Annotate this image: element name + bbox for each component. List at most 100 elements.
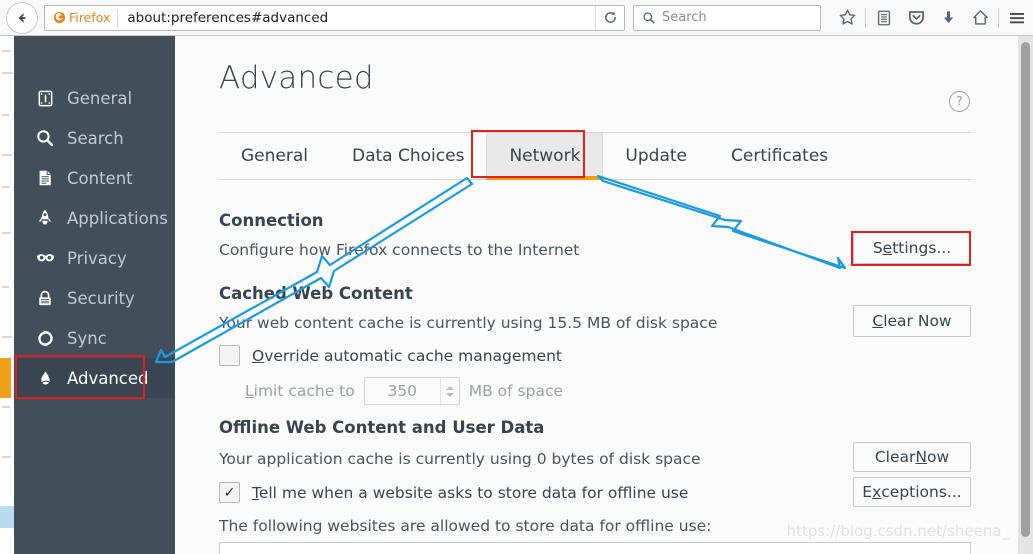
search-icon <box>34 127 56 149</box>
library-icon <box>877 10 891 25</box>
preferences-tab-bar: General Data Choices Network Update Cert… <box>219 132 971 180</box>
tab-update[interactable]: Update <box>603 133 709 179</box>
page-scrollbar[interactable] <box>1018 36 1033 554</box>
firefox-logo-icon <box>53 11 66 24</box>
limit-cache-unit: MB of space <box>468 382 564 400</box>
toolbar-icon-group <box>831 3 1033 33</box>
back-button[interactable] <box>6 1 38 34</box>
search-bar[interactable]: Search <box>633 4 821 31</box>
sidebar-item-content[interactable]: Content <box>14 158 175 198</box>
offline-sites-label: The following websites are allowed to st… <box>219 517 712 535</box>
sidebar-item-label: Advanced <box>67 368 149 388</box>
tell-me-label: Tell me when a website asks to store dat… <box>252 484 688 502</box>
label-accesskey: L <box>245 382 254 400</box>
offline-sites-list[interactable] <box>219 542 971 554</box>
sync-icon <box>34 327 56 349</box>
home-button[interactable] <box>964 3 996 33</box>
btn-text-pre: E <box>862 483 873 501</box>
sidebar-item-label: Security <box>67 288 135 308</box>
sidebar-item-security[interactable]: Security <box>14 278 175 318</box>
advanced-icon <box>34 367 56 389</box>
tab-data-choices[interactable]: Data Choices <box>330 133 486 179</box>
scrollbar-thumb[interactable] <box>1021 42 1030 537</box>
tab-network[interactable]: Network <box>486 133 604 180</box>
url-text[interactable]: about:preferences#advanced <box>118 10 595 26</box>
btn-text-post: ttings... <box>892 239 952 257</box>
page-title: Advanced <box>219 60 374 96</box>
security-lock-icon <box>34 287 56 309</box>
offline-clear-now-button[interactable]: Clear Now <box>853 442 971 472</box>
back-arrow-icon <box>18 12 26 23</box>
applications-icon <box>34 207 56 229</box>
downloads-button[interactable] <box>932 3 964 33</box>
identity-box[interactable]: Firefox <box>45 8 119 27</box>
btn-text-post: lear Now <box>883 312 952 330</box>
watermark-text: https://blog.csdn.net/sheena_ <box>786 522 1009 540</box>
label-post: verride automatic cache management <box>264 346 562 365</box>
btn-text-pre: S <box>872 239 883 257</box>
limit-cache-label: Limit cache to <box>245 382 355 400</box>
downloads-icon <box>943 11 953 23</box>
sidebar-item-sync[interactable]: Sync <box>14 318 175 358</box>
toolbar-separator <box>865 7 866 28</box>
btn-text-post: ow <box>926 448 950 466</box>
sidebar-item-label: Sync <box>67 328 107 348</box>
override-cache-checkbox-row[interactable]: Override automatic cache management <box>219 345 562 366</box>
connection-heading: Connection <box>219 211 324 230</box>
cache-clear-now-button[interactable]: Clear Now <box>853 305 971 337</box>
tab-label: Update <box>625 146 687 166</box>
sidebar-item-label: Applications <box>67 208 168 228</box>
toolbar-separator <box>998 7 999 28</box>
sidebar-item-applications[interactable]: Applications <box>14 198 175 238</box>
stepper-down-icon[interactable] <box>445 392 454 397</box>
sidebar-item-advanced[interactable]: Advanced <box>0 358 175 398</box>
help-question-icon[interactable]: ? <box>949 91 970 112</box>
offline-exceptions-button[interactable]: Ex ceptions... <box>853 477 971 507</box>
limit-cache-stepper[interactable]: 350 <box>363 377 460 405</box>
tab-label: Network <box>509 146 581 166</box>
connection-settings-button[interactable]: Se ttings... <box>853 232 971 264</box>
offline-content-description: Your application cache is currently usin… <box>219 450 701 468</box>
tell-me-checkbox[interactable]: ✓ <box>219 482 240 503</box>
pocket-button[interactable] <box>900 3 932 33</box>
sidebar-item-privacy[interactable]: Privacy <box>14 238 175 278</box>
sidebar-item-label: Search <box>67 128 124 148</box>
connection-description: Configure how Firefox connects to the In… <box>219 241 580 259</box>
label-post: imit cache to <box>253 382 355 400</box>
sidebar-item-search[interactable]: Search <box>14 118 175 158</box>
btn-accesskey: C <box>872 312 884 330</box>
firefox-preferences-window: Firefox about:preferences#advanced Searc… <box>0 0 1033 554</box>
hamburger-menu-button[interactable] <box>1001 3 1033 33</box>
tell-me-checkbox-row[interactable]: ✓ Tell me when a website asks to store d… <box>219 482 688 503</box>
tab-label: Data Choices <box>352 146 465 166</box>
home-icon <box>972 10 988 25</box>
tab-label: General <box>241 146 308 166</box>
reload-button[interactable] <box>595 5 624 30</box>
label-post: ell me when a website asks to store data… <box>258 483 689 502</box>
limit-cache-row[interactable]: Limit cache to 350 MB of space <box>245 377 563 405</box>
stepper-up-icon[interactable] <box>445 385 454 390</box>
tab-general[interactable]: General <box>219 133 330 179</box>
url-bar[interactable]: Firefox about:preferences#advanced <box>44 4 625 31</box>
identity-label: Firefox <box>69 10 111 25</box>
offline-content-heading: Offline Web Content and User Data <box>219 418 545 437</box>
override-cache-label: Override automatic cache management <box>252 347 562 365</box>
tab-certificates[interactable]: Certificates <box>709 133 850 179</box>
btn-text-post: ceptions... <box>881 483 962 501</box>
stepper-arrows[interactable] <box>439 378 459 404</box>
sidebar-item-general[interactable]: General <box>14 78 175 118</box>
strip-highlight <box>0 506 14 528</box>
search-icon <box>643 11 655 24</box>
btn-accesskey: x <box>872 483 882 501</box>
general-icon <box>34 87 56 109</box>
privacy-mask-icon <box>34 247 56 269</box>
label-accesskey: O <box>252 346 265 365</box>
underlying-page-strip <box>0 36 14 554</box>
override-cache-checkbox[interactable] <box>219 345 240 366</box>
library-button[interactable] <box>868 3 900 33</box>
btn-accesskey: e <box>882 239 893 257</box>
limit-cache-value[interactable]: 350 <box>365 382 440 400</box>
bookmark-star-button[interactable] <box>831 3 863 33</box>
label-accesskey: T <box>252 483 259 502</box>
tab-label: Certificates <box>731 146 829 166</box>
